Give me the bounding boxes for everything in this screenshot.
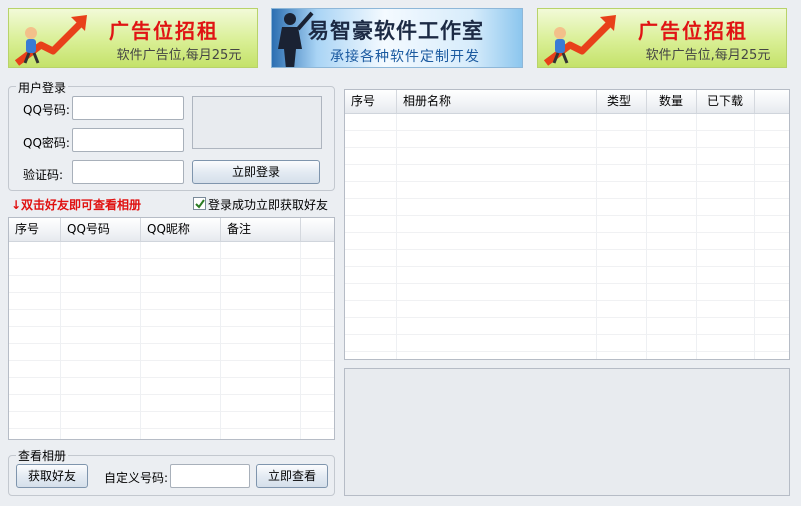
ad-banner-left[interactable]: 广告位招租 软件广告位,每月25元 — [8, 8, 258, 68]
custom-qq-label: 自定义号码: — [104, 471, 169, 485]
studio-subtitle: 承接各种软件定制开发 — [330, 49, 480, 65]
custom-qq-input[interactable] — [170, 464, 250, 488]
login-legend: 用户登录 — [16, 79, 69, 96]
view-now-button[interactable]: 立即查看 — [256, 464, 328, 488]
checkmark-icon — [195, 199, 205, 209]
ad-subtitle: 软件广告位,每月25元 — [116, 48, 242, 63]
studio-banner[interactable]: 易智豪软件工作室 承接各种软件定制开发 — [271, 8, 523, 68]
qq-number-input[interactable] — [72, 96, 184, 120]
column-header-index[interactable]: 序号 — [9, 218, 61, 241]
ad-subtitle: 软件广告位,每月25元 — [645, 48, 771, 63]
albums-list[interactable]: 序号 相册名称 类型 数量 已下载 — [344, 89, 790, 360]
ad-title: 广告位招租 — [109, 19, 219, 43]
captcha-image[interactable] — [192, 96, 322, 149]
checkbox-box[interactable] — [193, 197, 206, 210]
albums-list-header: 序号 相册名称 类型 数量 已下载 — [345, 90, 789, 114]
growth-arrow-icon — [543, 15, 616, 66]
column-header-album-name[interactable]: 相册名称 — [397, 90, 597, 113]
friends-list[interactable]: 序号 QQ号码 QQ昵称 备注 — [8, 217, 335, 440]
studio-title: 易智豪软件工作室 — [308, 18, 484, 43]
qq-number-label: QQ号码: — [23, 103, 70, 117]
captcha-input[interactable] — [72, 160, 184, 184]
double-click-hint: ↓双击好友即可查看相册 — [11, 198, 142, 212]
view-album-legend: 查看相册 — [16, 447, 69, 464]
column-header-downloaded[interactable]: 已下载 — [697, 90, 755, 113]
column-header-count[interactable]: 数量 — [647, 90, 697, 113]
friends-list-header: 序号 QQ号码 QQ昵称 备注 — [9, 218, 334, 242]
column-header-note[interactable]: 备注 — [221, 218, 301, 241]
qq-password-input[interactable] — [72, 128, 184, 152]
login-button[interactable]: 立即登录 — [192, 160, 320, 184]
ad-banner-right[interactable]: 广告位招租 软件广告位,每月25元 — [537, 8, 787, 68]
get-friends-button[interactable]: 获取好友 — [16, 464, 88, 488]
qq-password-label: QQ密码: — [23, 136, 70, 150]
column-header-qq-nickname[interactable]: QQ昵称 — [141, 218, 221, 241]
column-header-index[interactable]: 序号 — [345, 90, 397, 113]
album-preview-panel — [344, 368, 790, 496]
column-header-type[interactable]: 类型 — [597, 90, 647, 113]
friends-list-body[interactable] — [9, 242, 334, 439]
albums-list-body[interactable] — [345, 114, 789, 359]
captcha-label: 验证码: — [23, 168, 64, 182]
growth-arrow-icon — [14, 15, 87, 66]
column-header-qq-number[interactable]: QQ号码 — [61, 218, 141, 241]
auto-fetch-label: 登录成功立即获取好友 — [208, 198, 329, 212]
ad-title: 广告位招租 — [638, 19, 748, 43]
